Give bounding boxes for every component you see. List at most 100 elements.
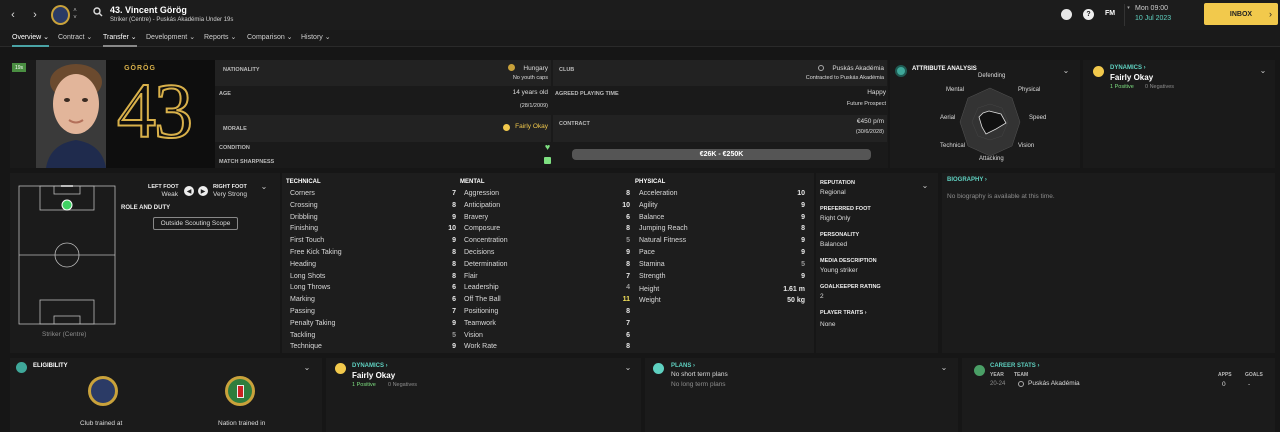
- dynamics-status: Fairly Okay: [1110, 73, 1154, 82]
- attribute-name[interactable]: Long Throws: [290, 284, 330, 291]
- attribute-name[interactable]: Long Shots: [290, 273, 325, 280]
- attribute-name[interactable]: Stamina: [639, 261, 665, 268]
- attribute-name[interactable]: Agility: [639, 202, 658, 209]
- attribute-value: 6: [452, 296, 456, 304]
- attribute-name[interactable]: Marking: [290, 296, 315, 303]
- attribute-name[interactable]: Penalty Taking: [290, 320, 335, 327]
- football-icon[interactable]: [1061, 9, 1072, 20]
- attribute-value: 10: [448, 225, 456, 233]
- club-value[interactable]: Puskás Akadémia: [772, 65, 884, 72]
- attribute-name[interactable]: Heading: [290, 261, 316, 268]
- preferred-foot-value: Right Only: [820, 215, 851, 222]
- career-stats-title[interactable]: CAREER STATS ›: [990, 363, 1039, 369]
- attribute-name[interactable]: Anticipation: [464, 202, 500, 209]
- attribute-name[interactable]: Corners: [290, 190, 315, 197]
- attribute-name[interactable]: Teamwork: [464, 320, 496, 327]
- radar-label-aerial: Aerial: [940, 115, 956, 121]
- attribute-name[interactable]: Dribbling: [290, 214, 318, 221]
- chevron-down-icon[interactable]: ⌄: [1062, 66, 1070, 75]
- dynamics-title[interactable]: DYNAMICS ›: [1110, 65, 1146, 71]
- attribute-name[interactable]: Vision: [464, 332, 483, 339]
- search-icon[interactable]: [93, 7, 103, 17]
- morale-value[interactable]: Fairly Okay: [450, 123, 548, 130]
- chevron-down-icon[interactable]: ⌄: [940, 363, 948, 372]
- attribute-name[interactable]: Passing: [290, 308, 315, 315]
- attribute-name[interactable]: Balance: [639, 214, 664, 221]
- help-button[interactable]: ?: [1083, 9, 1094, 20]
- media-value: Young striker: [820, 267, 858, 274]
- club-cell: [553, 60, 887, 86]
- dynamics-positive: 1 Positive: [1110, 84, 1134, 90]
- eligibility-icon: [16, 362, 27, 373]
- tab-transfer[interactable]: Transfer ⌄: [103, 33, 137, 47]
- attribute-name[interactable]: Pace: [639, 249, 655, 256]
- attribute-name[interactable]: Off The Ball: [464, 296, 501, 303]
- attribute-name[interactable]: Bravery: [464, 214, 488, 221]
- age-label: AGE: [219, 91, 231, 97]
- club-badge[interactable]: [51, 5, 70, 25]
- inbox-button[interactable]: INBOX ›: [1204, 3, 1278, 25]
- player-traits-link[interactable]: PLAYER TRAITS ›: [820, 310, 867, 316]
- radar-label-defending: Defending: [978, 73, 1006, 79]
- attribute-name[interactable]: Natural Fitness: [639, 237, 686, 244]
- attribute-name[interactable]: Acceleration: [639, 190, 678, 197]
- tab-history[interactable]: History ⌄: [301, 33, 331, 47]
- biography-title[interactable]: BIOGRAPHY ›: [947, 177, 987, 183]
- attribute-name[interactable]: First Touch: [290, 237, 324, 244]
- tab-contract[interactable]: Contract ⌄: [58, 33, 92, 47]
- attribute-name[interactable]: Free Kick Taking: [290, 249, 342, 256]
- attribute-value: 8: [452, 272, 456, 280]
- apps-column-header: APPS: [1218, 372, 1232, 378]
- chevron-down-icon[interactable]: ⌄: [1259, 66, 1267, 75]
- attribute-name[interactable]: Finishing: [290, 225, 318, 232]
- attribute-name[interactable]: Jumping Reach: [639, 225, 688, 232]
- plans-icon: [653, 363, 664, 374]
- chevron-down-icon[interactable]: ⌄: [921, 181, 929, 190]
- tab-development[interactable]: Development ⌄: [146, 33, 195, 47]
- attribute-name[interactable]: Determination: [464, 261, 508, 268]
- attribute-value: 6: [452, 284, 456, 292]
- dynamics-title[interactable]: DYNAMICS ›: [352, 363, 388, 369]
- career-icon: [974, 365, 985, 376]
- dynamics-panel-bottom: DYNAMICS › Fairly Okay 1 Positive 0 Nega…: [326, 358, 641, 432]
- attribute-name[interactable]: Positioning: [464, 308, 498, 315]
- player-title: 43. Vincent Görög: [110, 5, 187, 15]
- position-panel: Striker (Centre) LEFT FOOT Weak ◀ ▶ RIGH…: [10, 173, 280, 353]
- attribute-name[interactable]: Technique: [290, 343, 322, 350]
- attribute-name[interactable]: Crossing: [290, 202, 318, 209]
- dynamics-panel-top: DYNAMICS › Fairly Okay 1 Positive 0 Nega…: [1083, 60, 1275, 168]
- chevron-down-icon[interactable]: ⌄: [624, 363, 632, 372]
- future-prospect: Future Prospect: [846, 101, 886, 107]
- attribute-name[interactable]: Leadership: [464, 284, 499, 291]
- attribute-value: 8: [452, 201, 456, 209]
- attribute-name[interactable]: Aggression: [464, 190, 499, 197]
- scouting-scope-button[interactable]: Outside Scouting Scope: [153, 217, 238, 230]
- age-group-badge: 19s: [12, 63, 26, 72]
- goalkeeper-rating-value: 2: [820, 293, 824, 300]
- chevron-down-icon[interactable]: ⌄: [260, 182, 268, 191]
- career-team[interactable]: Puskás Akadémia: [1028, 380, 1080, 387]
- fm-menu-button[interactable]: FM: [1105, 10, 1115, 17]
- chevron-down-icon[interactable]: ⌄: [303, 363, 311, 372]
- tab-reports[interactable]: Reports ⌄: [204, 33, 236, 47]
- preferred-foot-label: PREFERRED FOOT: [820, 206, 871, 212]
- attribute-name[interactable]: Strength: [639, 273, 665, 280]
- profile-panel: 19s GÖRÖG 43 NATIONALITY Hungary No yout…: [10, 60, 888, 168]
- attribute-name[interactable]: Tackling: [290, 332, 315, 339]
- attribute-name[interactable]: Decisions: [464, 249, 494, 256]
- nationality-value[interactable]: Hungary: [440, 65, 548, 72]
- attribute-name[interactable]: Composure: [464, 225, 500, 232]
- transfer-value-bar[interactable]: €26K - €250K: [572, 149, 871, 160]
- attribute-name[interactable]: Flair: [464, 273, 478, 280]
- tab-overview[interactable]: Overview ⌄: [12, 33, 49, 47]
- back-arrow-icon[interactable]: ‹: [7, 8, 19, 22]
- career-stats-panel: CAREER STATS › YEAR TEAM APPS GOALS 20-2…: [962, 358, 1275, 432]
- attribute-name[interactable]: Concentration: [464, 237, 508, 244]
- attribute-name[interactable]: Work Rate: [464, 343, 497, 350]
- attribute-value: 9: [801, 213, 805, 221]
- chevron-up-down-icon[interactable]: ˄ ˅: [71, 6, 79, 24]
- tab-comparison[interactable]: Comparison ⌄: [247, 33, 293, 47]
- plans-title[interactable]: PLANS ›: [671, 363, 695, 369]
- eligibility-title: ELIGIBILITY: [33, 363, 68, 369]
- forward-arrow-icon[interactable]: ›: [29, 8, 41, 22]
